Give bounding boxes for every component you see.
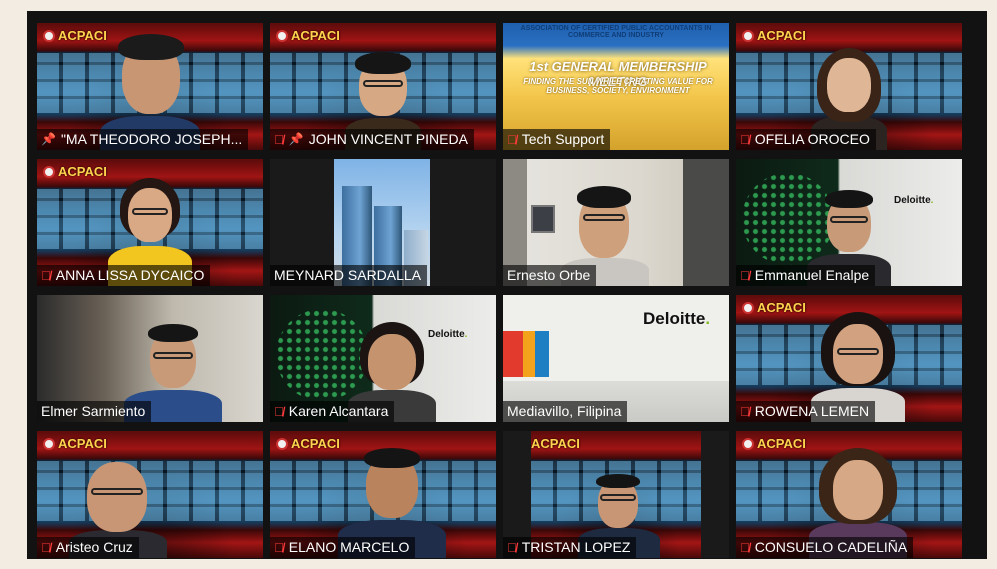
slide-org-name: ASSOCIATION OF CERTIFIED PUBLIC ACCOUNTA… (520, 25, 712, 39)
acpaci-seal-icon (276, 437, 288, 450)
video-tile[interactable]: Deloitte. 🎙̸ Emmanuel Enalpe (736, 159, 962, 286)
mic-muted-icon: 🎙̸ (41, 539, 51, 555)
acpaci-seal-icon (742, 29, 754, 42)
participant-name-label: Mediavillo, Filipina (503, 401, 628, 422)
deloitte-logo: Deloitte. (894, 195, 934, 206)
video-tile[interactable]: ACPACI 🎙̸ TRISTAN LOPEZ (503, 431, 729, 558)
mic-muted-icon: 🎙̸ (274, 131, 284, 147)
video-tile[interactable]: Deloitte. 🎙̸ Karen Alcantara (270, 295, 496, 422)
video-tile[interactable]: ACPACI 🎙̸ ANNA LISSA DYCAICO (37, 159, 263, 286)
video-tile[interactable]: ASSOCIATION OF CERTIFIED PUBLIC ACCOUNTA… (503, 23, 729, 150)
participant-name-label: 📌 "MA THEODORO JOSEPH... (37, 129, 249, 150)
acpaci-logo: ACPACI (43, 164, 107, 179)
acpaci-seal-icon (742, 301, 754, 314)
meeting-gallery-view: ACPACI 📌 "MA THEODORO JOSEPH... ACPACI 🎙̸… (27, 11, 987, 559)
video-tile[interactable]: MEYNARD SARDALLA (270, 159, 496, 286)
acpaci-logo: ACPACI (742, 300, 806, 315)
video-tile[interactable]: ACPACI 🎙̸ 📌 JOHN VINCENT PINEDA (270, 23, 496, 150)
mic-muted-icon: 🎙̸ (507, 539, 517, 555)
acpaci-seal-icon (43, 165, 55, 178)
participant-name-label: 🎙̸ Tech Support (503, 129, 611, 150)
video-tile[interactable]: ACPACI 🎙̸ Aristeo Cruz (37, 431, 263, 558)
mic-muted-icon: 🎙̸ (507, 131, 517, 147)
acpaci-seal-icon (43, 437, 55, 450)
participant-name-label: 🎙̸ Aristeo Cruz (37, 537, 139, 558)
acpaci-logo: ACPACI (531, 436, 580, 451)
video-tile[interactable]: Deloitte. Mediavillo, Filipina (503, 295, 729, 422)
video-tile[interactable]: Ernesto Orbe (503, 159, 729, 286)
video-tile[interactable]: ACPACI 🎙̸ ROWENA LEMEN (736, 295, 962, 422)
participant-name-label: 🎙̸ Emmanuel Enalpe (736, 265, 876, 286)
video-tile[interactable]: ACPACI 🎙̸ CONSUELO CADELIÑA (736, 431, 962, 558)
pin-icon: 📌 (288, 132, 304, 146)
participant-name-label: 🎙̸ OFELIA OROCEO (736, 129, 876, 150)
deloitte-logo: Deloitte. (643, 309, 711, 328)
mic-muted-icon: 🎙̸ (740, 403, 750, 419)
mic-muted-icon: 🎙̸ (740, 131, 750, 147)
video-tile[interactable]: ACPACI 🎙̸ ELANO MARCELO (270, 431, 496, 558)
mic-muted-icon: 🎙̸ (274, 539, 284, 555)
video-tile[interactable]: ACPACI 📌 "MA THEODORO JOSEPH... (37, 23, 263, 150)
participant-name-label: Ernesto Orbe (503, 265, 597, 286)
participant-name-label: 🎙̸ ELANO MARCELO (270, 537, 416, 558)
acpaci-logo: ACPACI (742, 436, 806, 451)
video-tile[interactable]: ACPACI 🎙̸ OFELIA OROCEO (736, 23, 962, 150)
acpaci-seal-icon (276, 29, 288, 42)
participant-name-label: 🎙̸ 📌 JOHN VINCENT PINEDA (270, 129, 474, 150)
acpaci-seal-icon (43, 29, 55, 42)
slide-subtitle: FINDING THE SUN WHILE CREATING VALUE FOR… (523, 77, 713, 95)
mic-muted-icon: 🎙̸ (41, 267, 51, 283)
participant-name-label: MEYNARD SARDALLA (270, 265, 428, 286)
participant-name-label: 🎙̸ Karen Alcantara (270, 401, 395, 422)
participant-name-label: 🎙̸ TRISTAN LOPEZ (503, 537, 637, 558)
acpaci-seal-icon (742, 437, 754, 450)
video-tile[interactable]: Elmer Sarmiento (37, 295, 263, 422)
acpaci-logo: ACPACI (276, 436, 340, 451)
mic-muted-icon: 🎙̸ (274, 403, 284, 419)
participant-name-label: Elmer Sarmiento (37, 401, 152, 422)
participant-name-label: 🎙̸ CONSUELO CADELIÑA (736, 537, 914, 558)
participant-name-label: 🎙̸ ROWENA LEMEN (736, 401, 876, 422)
participant-name-label: 🎙̸ ANNA LISSA DYCAICO (37, 265, 211, 286)
mic-muted-icon: 🎙̸ (740, 539, 750, 555)
acpaci-logo: ACPACI (276, 28, 340, 43)
pin-icon: 📌 (41, 132, 56, 146)
mic-muted-icon: 🎙̸ (740, 267, 750, 283)
acpaci-logo: ACPACI (742, 28, 806, 43)
